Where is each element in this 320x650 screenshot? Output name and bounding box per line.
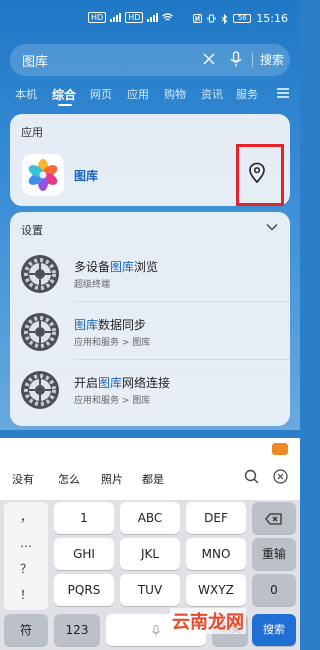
- tab-all[interactable]: 综合: [52, 86, 76, 103]
- flower-icon: [28, 159, 58, 191]
- key-mno[interactable]: MNO: [186, 538, 246, 570]
- category-tabs: 本机 综合 网页 应用 购物 资讯 服务: [0, 86, 300, 110]
- app-section-header: 应用: [21, 126, 43, 139]
- search-input[interactable]: [22, 50, 182, 70]
- tab-services[interactable]: 服务: [236, 86, 258, 102]
- location-pin-icon[interactable]: [248, 162, 266, 184]
- key-0[interactable]: 0: [252, 574, 296, 606]
- more-tabs-icon[interactable]: [276, 86, 290, 100]
- settings-results-card: 设置 多设备图库浏览 超级终端 图库数据同步 应用和服务 > 图库 开启图库网络…: [10, 212, 290, 426]
- backspace-key[interactable]: [252, 502, 296, 534]
- signal-icon: [110, 13, 122, 22]
- symbol-key[interactable]: …: [4, 536, 48, 550]
- symbol-column[interactable]: ， … ？ ！: [4, 502, 48, 610]
- key-wxyz[interactable]: WXYZ: [186, 574, 246, 606]
- row-divider: [74, 359, 290, 360]
- microphone-icon[interactable]: [230, 51, 242, 68]
- gallery-app-name[interactable]: 图库: [74, 167, 98, 184]
- key-pqrs[interactable]: PQRS: [54, 574, 114, 606]
- key-abc[interactable]: ABC: [120, 502, 180, 534]
- vibrate-icon: [207, 14, 216, 23]
- key-tuv[interactable]: TUV: [120, 574, 180, 606]
- settings-gear-icon: [21, 371, 59, 409]
- reset-key[interactable]: 重输: [252, 538, 296, 570]
- key-jkl[interactable]: JKL: [120, 538, 180, 570]
- symbol-key[interactable]: ，: [4, 508, 48, 525]
- key-1[interactable]: 1: [54, 502, 114, 534]
- bluetooth-icon: [221, 13, 228, 24]
- nfc-icon: [193, 14, 203, 23]
- settings-section-header: 设置: [21, 224, 43, 237]
- clear-icon[interactable]: [202, 52, 216, 66]
- numbers-key[interactable]: 123: [54, 614, 100, 646]
- settings-row-path: 超级终端: [74, 280, 111, 290]
- symbol-key[interactable]: ！: [4, 586, 48, 603]
- hd-badge: HD: [88, 12, 107, 23]
- hd-badge-2: HD: [125, 12, 144, 23]
- backspace-icon: [265, 512, 282, 525]
- wifi-icon: [162, 13, 174, 21]
- tab-web[interactable]: 网页: [90, 86, 112, 102]
- symbol-key[interactable]: ？: [4, 560, 48, 577]
- row-divider: [74, 301, 290, 302]
- clock: 15:16: [256, 12, 288, 25]
- tab-news[interactable]: 资讯: [201, 86, 223, 102]
- settings-row-title: 多设备图库浏览: [74, 260, 159, 274]
- status-bar: HD HD 56 15:16: [0, 0, 300, 40]
- settings-row-path: 应用和服务 > 图库: [74, 396, 151, 406]
- search-submit-key[interactable]: 搜索: [252, 614, 296, 646]
- key-def[interactable]: DEF: [186, 502, 246, 534]
- active-tab-indicator: [58, 104, 72, 106]
- search-button[interactable]: 搜索: [260, 51, 284, 68]
- microphone-icon: [152, 624, 160, 636]
- settings-gear-icon: [21, 255, 59, 293]
- search-divider: [252, 53, 253, 67]
- candidate-word[interactable]: 怎么: [58, 471, 80, 487]
- settings-gear-icon: [21, 313, 59, 351]
- settings-row-title: 图库数据同步: [74, 318, 147, 332]
- tab-apps[interactable]: 应用: [127, 86, 149, 102]
- battery-indicator: 56: [233, 14, 252, 23]
- candidate-word[interactable]: 都是: [142, 471, 164, 487]
- gallery-app-icon[interactable]: [22, 154, 64, 196]
- search-bar: 搜索: [10, 44, 290, 76]
- candidate-bar: 没有 怎么 照片 都是: [0, 438, 300, 500]
- close-icon[interactable]: [273, 469, 288, 484]
- candidate-word[interactable]: 没有: [12, 471, 34, 487]
- settings-row-title: 开启图库网络连接: [74, 376, 171, 390]
- keyboard-logo-icon[interactable]: [272, 443, 288, 455]
- settings-row-path: 应用和服务 > 图库: [74, 338, 151, 348]
- app-results-card: 应用 图库: [10, 114, 290, 206]
- candidate-word[interactable]: 照片: [101, 471, 123, 487]
- search-icon[interactable]: [244, 469, 259, 484]
- signal-icon-2: [147, 13, 159, 22]
- settings-row[interactable]: 图库数据同步 应用和服务 > 图库: [10, 306, 290, 360]
- tab-local[interactable]: 本机: [15, 86, 37, 102]
- key-ghi[interactable]: GHI: [54, 538, 114, 570]
- watermark-text: 云南龙网: [170, 608, 246, 634]
- t9-keyboard: ， … ？ ！ 1 ABC DEF GHI JKL MNO PQRS TUV W…: [0, 500, 300, 650]
- tab-shopping[interactable]: 购物: [164, 86, 186, 102]
- chevron-down-icon[interactable]: [266, 223, 278, 231]
- symbols-key[interactable]: 符: [4, 614, 48, 646]
- settings-row[interactable]: 多设备图库浏览 超级终端: [10, 248, 290, 302]
- settings-row[interactable]: 开启图库网络连接 应用和服务 > 图库: [10, 364, 290, 418]
